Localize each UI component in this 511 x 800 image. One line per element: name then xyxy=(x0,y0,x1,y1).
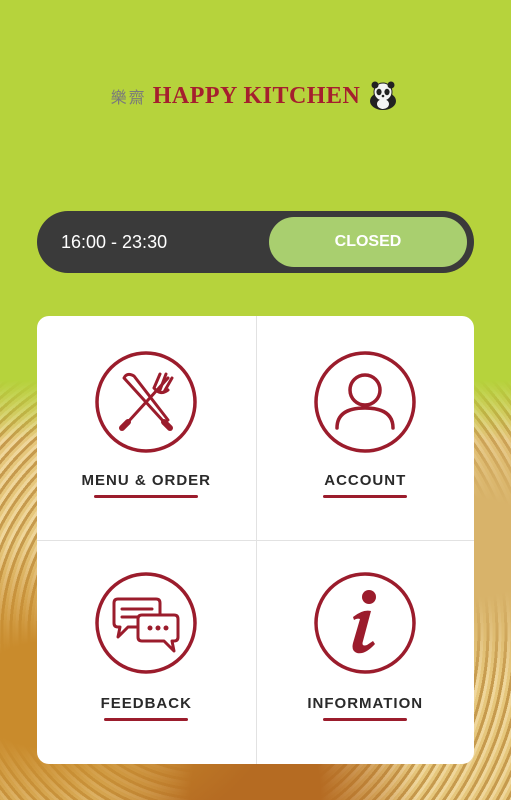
information-tile[interactable]: INFORMATION xyxy=(255,540,474,764)
feedback-tile[interactable]: FEEDBACK xyxy=(37,540,256,764)
opening-hours-bar: 16:00 - 23:30 CLOSED xyxy=(37,211,474,273)
account-underline xyxy=(323,495,408,498)
store-status-badge: CLOSED xyxy=(269,217,467,267)
account-label: ACCOUNT xyxy=(324,472,407,489)
information-underline xyxy=(323,718,408,721)
account-tile[interactable]: ACCOUNT xyxy=(255,316,475,540)
main-menu-grid: MENU & ORDER ACCOUNT FEEDBACK INFORMATIO… xyxy=(37,316,474,764)
user-icon xyxy=(314,351,416,453)
panda-icon xyxy=(370,81,397,110)
information-label: INFORMATION xyxy=(307,695,424,712)
menu-order-tile[interactable]: MENU & ORDER xyxy=(37,316,256,540)
feedback-underline xyxy=(104,718,189,721)
app-logo: 樂齋 HAPPY KITCHEN xyxy=(0,80,511,112)
menu-order-underline xyxy=(94,495,199,498)
chat-bubbles-icon xyxy=(95,572,197,674)
logo-brand-name: HAPPY KITCHEN xyxy=(152,82,361,109)
feedback-label: FEEDBACK xyxy=(100,695,192,712)
opening-hours-text: 16:00 - 23:30 xyxy=(61,232,168,252)
menu-order-label: MENU & ORDER xyxy=(81,472,211,489)
info-icon xyxy=(314,572,416,674)
logo-chinese-text: 樂齋 xyxy=(110,88,147,107)
cutlery-icon xyxy=(95,351,197,453)
